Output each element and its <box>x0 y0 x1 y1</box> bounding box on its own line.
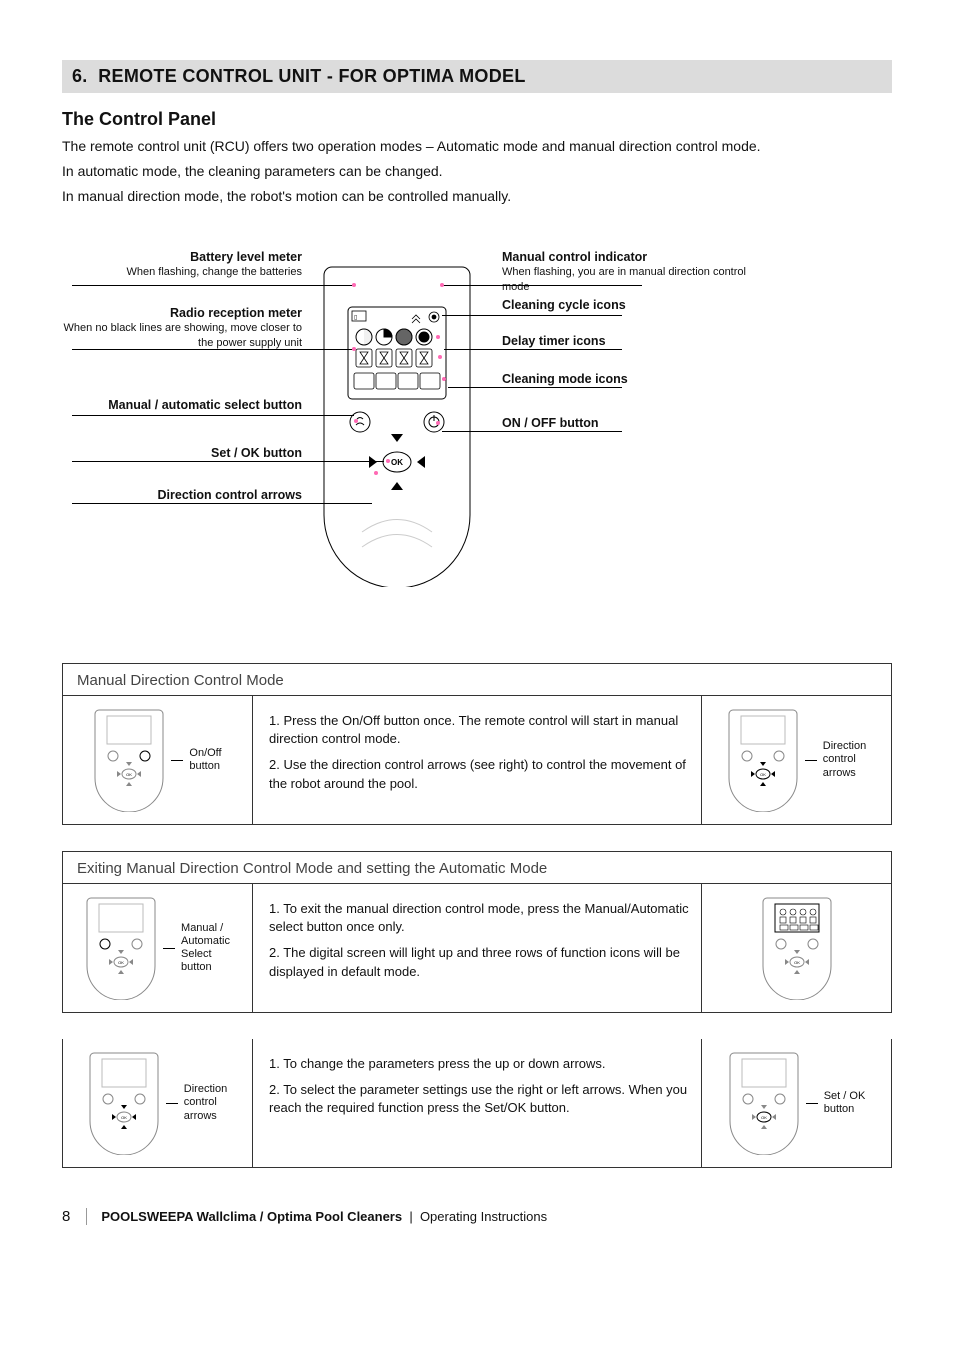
intro-paragraph-3: In manual direction mode, the robot's mo… <box>62 186 892 207</box>
callout-cleaning-cycle: Cleaning cycle icons <box>502 297 702 313</box>
svg-text:▯: ▯ <box>354 315 357 321</box>
ok-label: OK <box>391 458 403 467</box>
footer-tail: Operating Instructions <box>420 1209 547 1224</box>
remote-illustration: ▯ <box>322 257 472 587</box>
svg-text:OK: OK <box>127 772 133 777</box>
step: 1. Press the On/Off button once. The rem… <box>269 712 691 748</box>
step: 2. Use the direction control arrows (see… <box>269 756 691 792</box>
callout-battery: Battery level meter When flashing, chang… <box>62 249 302 280</box>
subsection-title: The Control Panel <box>62 109 892 130</box>
callout-on-off: ON / OFF button <box>502 415 702 431</box>
svg-text:OK: OK <box>761 1115 767 1120</box>
step: 2. The digital screen will light up and … <box>269 944 691 980</box>
footer-product: POOLSWEEPA Wallclima / Optima Pool Clean… <box>101 1209 402 1224</box>
svg-text:OK: OK <box>118 960 124 965</box>
box-title: Manual Direction Control Mode <box>63 664 891 696</box>
mini-remote-icon: OK <box>728 1051 800 1155</box>
box-exit-manual: Exiting Manual Direction Control Mode an… <box>62 851 892 1013</box>
mini-label-direction: Direction control arrows <box>823 740 866 780</box>
callout-manual-auto: Manual / automatic select button <box>62 397 302 413</box>
box-change-params: OK Direction control arrows 1. To change… <box>62 1039 892 1168</box>
callout-set-ok: Set / OK button <box>62 445 302 461</box>
mini-label-manual-auto: Manual / Automatic Select button <box>181 922 230 975</box>
mini-remote-icon: OK <box>761 896 833 1000</box>
page-footer: 8 POOLSWEEPA Wallclima / Optima Pool Cle… <box>62 1208 892 1225</box>
page-number: 8 <box>62 1208 87 1225</box>
step: 2. To select the parameter settings use … <box>269 1081 691 1117</box>
intro-paragraph-2: In automatic mode, the cleaning paramete… <box>62 161 892 182</box>
section-heading: 6. REMOTE CONTROL UNIT - FOR OPTIMA MODE… <box>62 60 892 93</box>
section-title: REMOTE CONTROL UNIT - FOR OPTIMA MODEL <box>98 66 525 86</box>
mini-remote-icon: OK <box>88 1051 160 1155</box>
mini-remote-icon: OK <box>727 708 799 812</box>
remote-diagram: ▯ <box>62 247 892 637</box>
callout-cleaning-mode: Cleaning mode icons <box>502 371 702 387</box>
mini-label-setok: Set / OK button <box>824 1090 866 1116</box>
mini-label-onoff: On/Off button <box>189 747 221 773</box>
mini-label-direction: Direction control arrows <box>184 1083 227 1123</box>
svg-text:OK: OK <box>760 772 766 777</box>
mini-remote-icon: OK <box>85 896 157 1000</box>
step: 1. To change the parameters press the up… <box>269 1055 691 1073</box>
svg-text:OK: OK <box>794 960 800 965</box>
box-title: Exiting Manual Direction Control Mode an… <box>63 852 891 884</box>
mini-remote-icon: OK <box>93 708 165 812</box>
intro-paragraph-1: The remote control unit (RCU) offers two… <box>62 136 892 157</box>
footer-sep: | <box>402 1209 420 1224</box>
callout-manual-indicator: Manual control indicator When flashing, … <box>502 249 752 294</box>
callout-direction-arrows: Direction control arrows <box>62 487 302 503</box>
section-number: 6. <box>72 66 88 86</box>
step: 1. To exit the manual direction control … <box>269 900 691 936</box>
box-manual-mode: Manual Direction Control Mode OK On/Off … <box>62 663 892 825</box>
callout-radio: Radio reception meter When no black line… <box>62 305 302 350</box>
svg-text:OK: OK <box>121 1115 127 1120</box>
callout-delay-timer: Delay timer icons <box>502 333 702 349</box>
